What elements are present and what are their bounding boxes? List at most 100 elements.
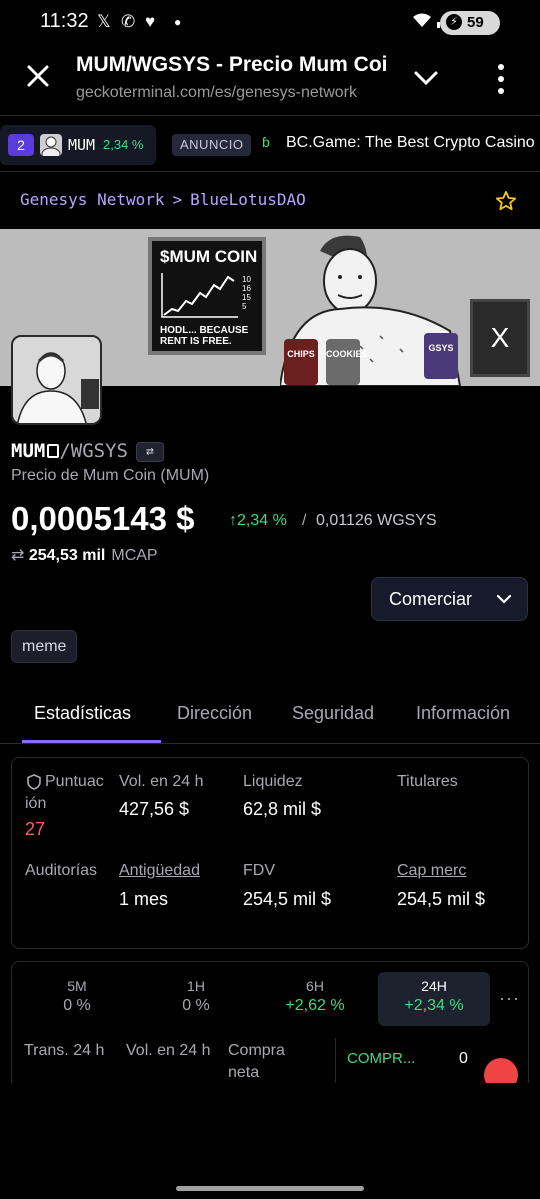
- home-indicator[interactable]: [176, 1186, 364, 1191]
- token-avatar: [11, 335, 102, 425]
- buys-value: 0: [459, 1050, 468, 1067]
- volume-value: 427,56 $: [119, 799, 190, 819]
- ad-badge: ANUNCIO: [172, 134, 252, 156]
- audits-label: Auditorías: [25, 862, 98, 879]
- battery-saver-icon: ⚡: [446, 14, 462, 30]
- trade-button[interactable]: Comerciar: [371, 577, 528, 621]
- heart-notification-icon: ♥: [145, 12, 156, 31]
- x-notification-icon: 𝕏: [97, 12, 111, 31]
- more-timeframes-icon[interactable]: ···: [499, 988, 520, 1009]
- net-buy-label: Compra: [228, 1042, 285, 1059]
- cookies-bag: COOKIES: [326, 339, 368, 385]
- clock: 11:32: [40, 10, 89, 32]
- navigation-area: [0, 1083, 540, 1199]
- browser-header: MUM/WGSYS - Precio Mum Coin geckotermina…: [0, 44, 540, 116]
- ad-link[interactable]: BC.Game: The Best Crypto Casino: [286, 134, 535, 152]
- tab-security[interactable]: Seguridad: [292, 703, 374, 724]
- trending-token-pill[interactable]: 2 MUM 2,34 %: [0, 125, 156, 165]
- timeframe-key: 5M: [67, 978, 87, 994]
- market-cap-label[interactable]: Cap merc: [397, 860, 466, 882]
- page-url[interactable]: geckoterminal.com/es/genesys-network: [76, 84, 386, 102]
- base-symbol: MUM: [11, 440, 46, 462]
- timeframe-key: 6H: [306, 978, 324, 994]
- mcap-value: 254,53 mil: [28, 547, 106, 564]
- timeframe-key: 24H: [421, 978, 447, 994]
- status-bar: 11:32 𝕏 ✆ ♥ ● ⚡ 59: [0, 0, 540, 44]
- copy-address-icon[interactable]: [47, 444, 60, 458]
- timeframe-6h[interactable]: 6H +2,62 %: [259, 972, 371, 1026]
- price-in-quote: 0,01126 WGSYS: [316, 512, 437, 529]
- age-label[interactable]: Antigüedad: [119, 860, 200, 882]
- ticker-strip: 2 MUM 2,34 % ANUNCIO ɓ BC.Game: The Best…: [0, 118, 540, 172]
- trending-rank: 2: [8, 134, 34, 156]
- stats-card: Puntuac ión 27 Vol. en 24 h 427,56 $ Liq…: [11, 757, 529, 949]
- score-label: Puntuac: [45, 773, 104, 790]
- pair-name: MUM/WGSYS ⇄: [11, 440, 164, 462]
- token-subtitle: Precio de Mum Coin (MUM): [11, 467, 210, 484]
- active-tab-indicator: [22, 740, 161, 743]
- mcap-summary[interactable]: ⇄ 254,53 mil MCAP: [11, 545, 158, 565]
- page-title: MUM/WGSYS - Precio Mum Coin: [76, 53, 386, 76]
- swap-pair-icon[interactable]: ⇄: [135, 441, 164, 462]
- close-icon[interactable]: [22, 60, 54, 92]
- gsys-bag: GSYS: [424, 333, 458, 379]
- arrow-up-icon: ↑: [229, 512, 237, 529]
- tab-statistics[interactable]: Estadísticas: [34, 703, 131, 724]
- tab-information[interactable]: Información: [416, 703, 510, 724]
- timeframe-1h[interactable]: 1H 0 %: [140, 972, 252, 1026]
- price-change: ↑2,34 %: [229, 512, 287, 530]
- board-numbers: 10 16 15 5: [242, 275, 251, 311]
- ticker-change: 2,34 %: [103, 137, 144, 152]
- wifi-icon: [412, 12, 432, 32]
- whatsapp-notification-icon: ✆: [121, 12, 136, 31]
- market-cap-value: 254,5 mil $: [397, 889, 486, 909]
- price-separator: /: [302, 512, 307, 529]
- timeframe-key: 1H: [187, 978, 205, 994]
- score-label-cont: ión: [25, 795, 47, 812]
- battery-indicator: ⚡ 59: [440, 11, 500, 35]
- bcgame-logo-icon: ɓ: [262, 134, 270, 150]
- x-monitor: X: [470, 299, 530, 377]
- volume-24h-label: Vol. en 24 h: [126, 1042, 211, 1059]
- favorite-star-icon[interactable]: [495, 190, 517, 212]
- price-change-value: 2,34 %: [237, 512, 287, 529]
- board-chart: [161, 273, 238, 318]
- chevron-down-icon: [496, 594, 512, 604]
- buys-label: COMPR...: [347, 1050, 416, 1067]
- category-tag[interactable]: meme: [11, 630, 78, 663]
- ticker-symbol: MUM: [68, 136, 96, 154]
- shield-icon: [27, 774, 41, 790]
- fdv-value: 254,5 mil $: [243, 889, 332, 909]
- liquidity-label: Liquidez: [243, 773, 303, 790]
- breadcrumb: Genesys Network > BlueLotusDAO: [20, 190, 306, 209]
- volume-label: Vol. en 24 h: [119, 773, 204, 790]
- age-value: 1 mes: [119, 889, 169, 909]
- divider: [335, 1038, 336, 1084]
- board-title: $MUM COIN: [160, 247, 258, 266]
- quote-symbol: /WGSYS: [59, 440, 128, 462]
- board-note: HODL... BECAUSE RENT IS FREE.: [160, 325, 249, 347]
- transactions-label: Trans. 24 h: [24, 1042, 105, 1059]
- more-notifications-icon: ●: [174, 15, 182, 29]
- timeframe-5m[interactable]: 5M 0 %: [21, 972, 133, 1026]
- score-value: 27: [25, 819, 46, 839]
- breadcrumb-network[interactable]: Genesys Network: [20, 190, 165, 209]
- breadcrumb-separator: >: [172, 190, 183, 209]
- chevron-down-icon[interactable]: [410, 64, 442, 92]
- tabs-bar: Estadísticas Dirección Seguridad Informa…: [0, 688, 540, 744]
- timeframe-value: 0 %: [63, 997, 91, 1014]
- breadcrumb-dex[interactable]: BlueLotusDAO: [190, 190, 306, 209]
- fdv-label: FDV: [243, 862, 275, 879]
- tab-address[interactable]: Dirección: [177, 703, 252, 724]
- timeframe-value: 0 %: [182, 997, 210, 1014]
- timeframe-24h[interactable]: 24H +2,34 %: [378, 972, 490, 1026]
- more-options-icon[interactable]: [492, 62, 510, 96]
- net-buy-label-cont: neta: [228, 1064, 260, 1081]
- liquidity-value: 62,8 mil $: [243, 799, 322, 819]
- mcap-label: MCAP: [111, 547, 158, 564]
- token-thumbnail: [40, 134, 62, 156]
- battery-level: 59: [467, 14, 484, 31]
- chalkboard: $MUM COIN 10 16 15 5 HODL... BECAUSE REN…: [148, 237, 266, 355]
- holders-label: Titulares: [397, 773, 458, 790]
- swap-icon: ⇄: [11, 547, 25, 564]
